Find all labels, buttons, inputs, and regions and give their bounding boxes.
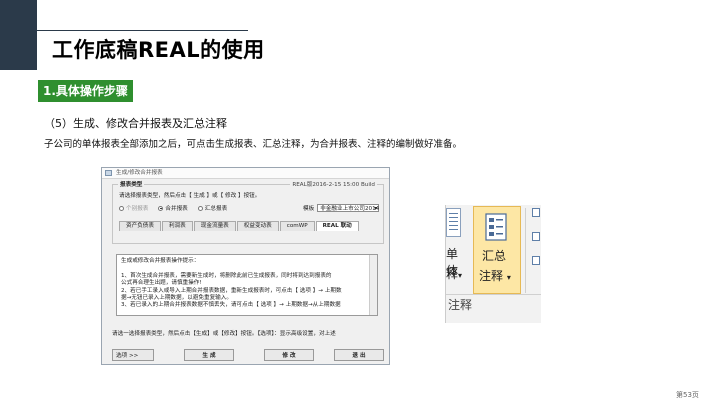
app-icon <box>105 170 112 176</box>
section-badge: 1.具体操作步骤 <box>38 80 133 102</box>
tab-cash-flow[interactable]: 现金流量表 <box>193 221 236 231</box>
label-text: 释 <box>446 267 459 281</box>
generate-button[interactable]: 生 成 <box>184 349 234 361</box>
radio-summary[interactable]: 汇总报表 <box>197 204 228 212</box>
radio-individual[interactable]: 个别报表 <box>119 204 148 212</box>
modify-button[interactable]: 修 改 <box>264 349 314 361</box>
page-number: 第53页 <box>676 391 699 399</box>
notes-scrollbar[interactable] <box>369 255 377 315</box>
group-label: 报表类型 <box>118 180 145 188</box>
footer-hint: 请选一选择报表类型，然后点击【生成】或【修改】按钮。【选项】：显示高级设置，对上… <box>112 331 336 337</box>
radio-dot <box>197 205 203 211</box>
radio-dot <box>119 205 124 211</box>
tab-income-statement[interactable]: 利润表 <box>161 221 193 231</box>
ribbon-group-name: 注释 <box>448 298 473 312</box>
dialog-buttons: 选项 >> 生 成 修 改 退 出 <box>112 349 387 361</box>
dialog-titlebar: 生成/修改合并报表 <box>102 168 389 179</box>
radio-label: 汇总报表 <box>204 206 228 212</box>
radio-dot <box>158 205 164 211</box>
radio-label: 个别报表 <box>126 206 149 212</box>
version-label: REAL版2016-2-15 15:00 Build <box>290 180 377 188</box>
template-select[interactable]: 非金融业上市公司2014 <box>317 204 380 213</box>
note-line: 公式再合理生出题，请慎重操作! <box>121 280 202 287</box>
subheading: （5）生成、修改合并报表及汇总注释 <box>44 117 227 130</box>
chevron-down-icon: ▾ <box>506 273 511 282</box>
merge-report-dialog: 生成/修改合并报表 报表类型 REAL版2016-2-15 15:00 Buil… <box>101 167 390 365</box>
list-icon[interactable] <box>532 232 540 241</box>
dialog-title: 生成/修改合并报表 <box>116 170 163 176</box>
tab-balance-sheet[interactable]: 资产负债表 <box>119 221 161 231</box>
summary-notes-label: 汇总 <box>482 249 507 263</box>
document-icon <box>446 208 461 237</box>
operation-notes[interactable]: 生成或修改合并报表操作提示： 1、首次生成合并报表，需要新生成时，将删除此前已生… <box>116 254 378 316</box>
summary-notes-button[interactable]: 汇总 注释 ▾ <box>473 206 521 294</box>
ribbon-crop: 单体 释▾ 汇总 注释 ▾ 注释 <box>445 205 541 323</box>
note-line: 3、若已录入的上期合并报表数据不慎丢失，请可点击【 选项 】→ 上期数据→从上期… <box>121 302 341 309</box>
instruction-text: 请选择报表类型，然后点击【 生成 】或【 修改 】按钮。 <box>119 193 261 199</box>
list-icon[interactable] <box>532 208 540 217</box>
report-type-radios: 个别报表 合并报表 汇总报表 <box>119 204 227 212</box>
note-line <box>121 265 367 272</box>
ribbon-separator <box>525 208 526 293</box>
single-notes-label-2: 释▾ <box>446 265 462 282</box>
radio-consolidated[interactable]: 合并报表 <box>158 204 188 212</box>
options-button[interactable]: 选项 >> <box>112 349 154 361</box>
note-line: 生成或修改合并报表操作提示： <box>121 258 200 264</box>
tab-equity-changes[interactable]: 权益变动表 <box>236 221 279 231</box>
label-text: 注释 <box>479 269 504 283</box>
small-icons-column <box>532 205 541 275</box>
summary-notes-icon <box>485 213 507 241</box>
slide-title: 工作底稿REAL的使用 <box>52 38 265 62</box>
group-divider <box>446 294 541 295</box>
tab-comwp[interactable]: comWP <box>279 221 315 231</box>
list-icon[interactable] <box>532 256 540 265</box>
title-rule <box>37 30 248 31</box>
template-field: 模板 非金融业上市公司2014 <box>303 204 380 213</box>
corner-block <box>0 0 37 70</box>
summary-notes-label-2: 注释 ▾ <box>479 267 511 284</box>
note-line: 2、若已手工录入或导入上期合并报表数据，重新生成报表时，可点击【 选项 】→ 上… <box>121 287 342 294</box>
description: 子公司的单体报表全部添加之后，可点击生成报表、汇总注释，为合并报表、注释的编制做… <box>44 139 463 150</box>
chevron-down-icon: ▾ <box>458 271 463 280</box>
report-tabs: 资产负债表 利润表 现金流量表 权益变动表 comWP REAL 联动 <box>119 221 360 231</box>
exit-button[interactable]: 退 出 <box>334 349 384 361</box>
radio-label: 合并报表 <box>165 206 188 212</box>
template-label: 模板 <box>303 206 315 212</box>
tab-real-link[interactable]: REAL 联动 <box>315 221 359 231</box>
report-type-group: 报表类型 REAL版2016-2-15 15:00 Build 请选择报表类型，… <box>112 180 384 244</box>
